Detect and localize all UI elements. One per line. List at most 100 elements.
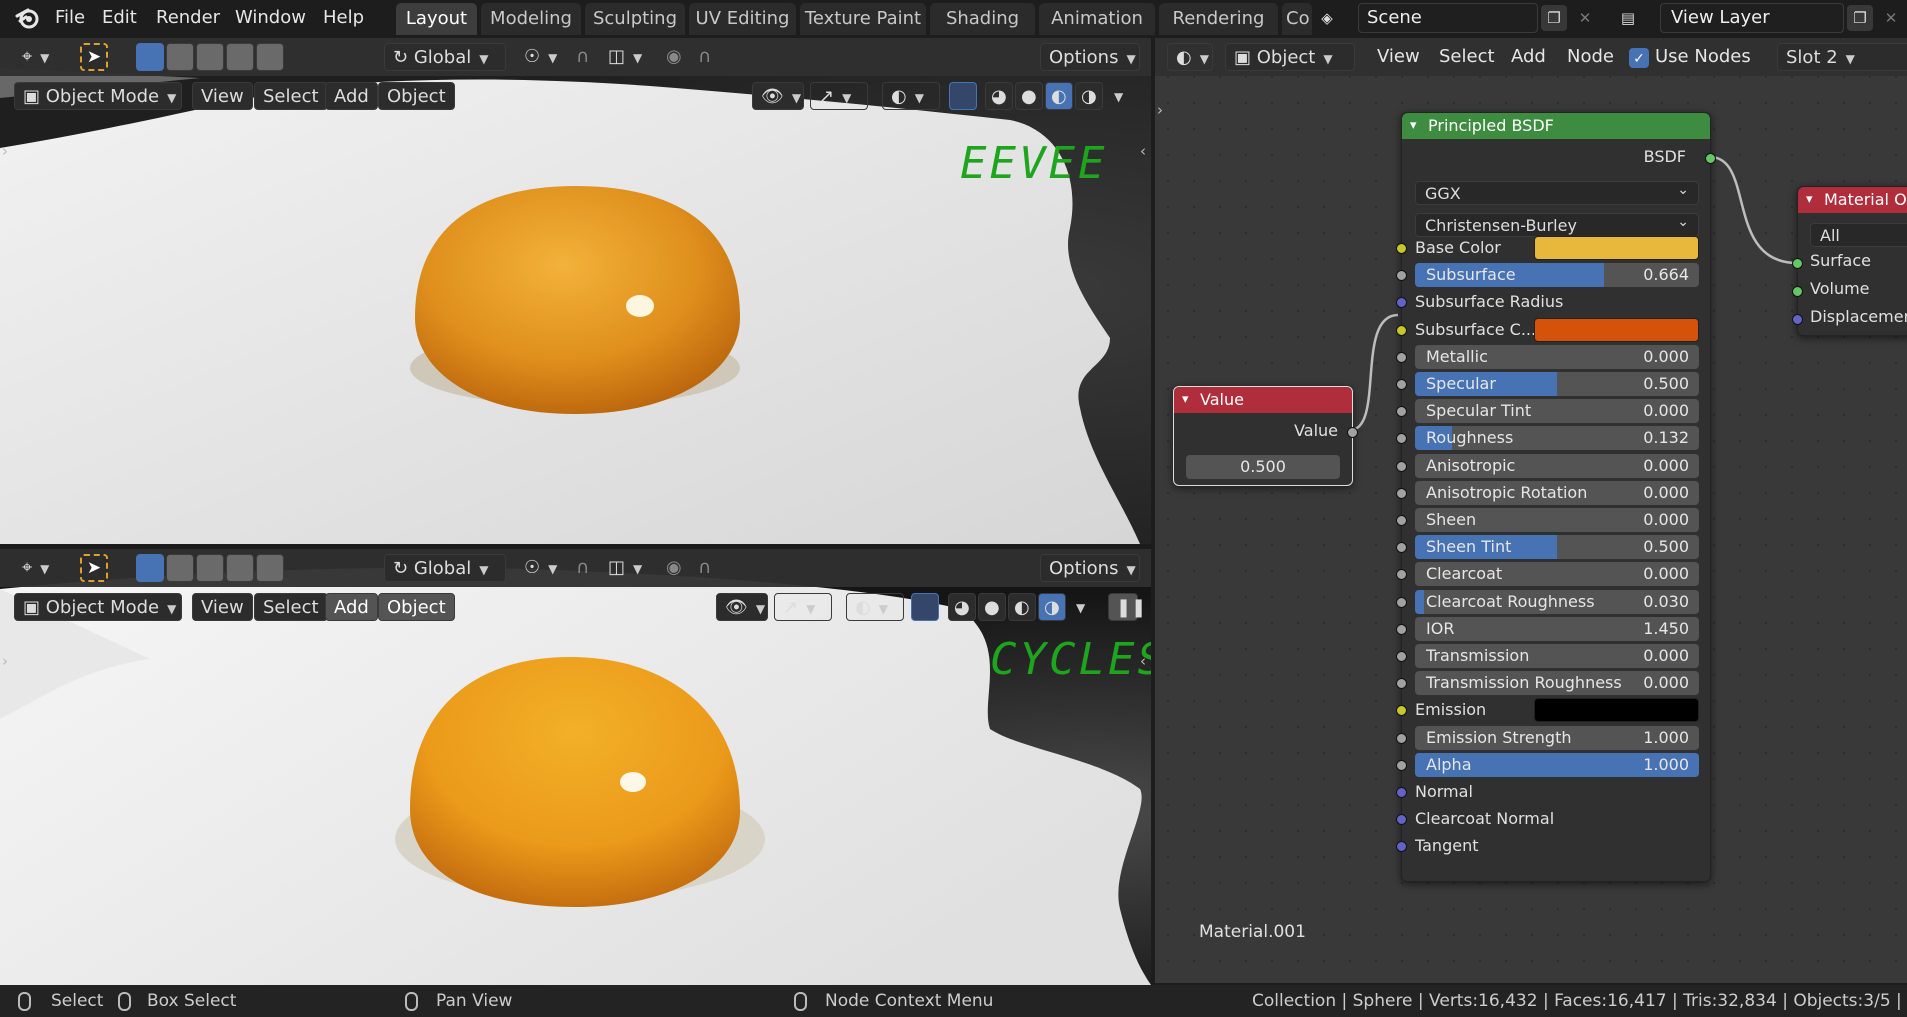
tab-uv-editing[interactable]: UV Editing [689,3,796,35]
node-title[interactable]: Value [1174,387,1352,413]
clearcoat-normal-socket[interactable] [1396,814,1407,826]
view-layer-icon[interactable]: ▤ [1615,5,1641,31]
sidebar-toggle-icon[interactable]: ‹ [1140,653,1151,669]
options-dropdown[interactable]: Options ▼ [1040,43,1140,71]
proportional-edit-icon[interactable]: ◉ [658,43,688,71]
input-field[interactable]: Transmission 0.000 [1415,644,1699,668]
scene-icon[interactable]: ◈ [1314,5,1340,31]
mode-invert-icon[interactable] [226,43,254,71]
toolbar-toggle-icon[interactable]: › [2,653,14,669]
input-field[interactable]: Clearcoat 0.000 [1415,562,1699,587]
material-preview-icon[interactable]: ◐ [1045,82,1073,110]
input-field[interactable]: Metallic 0.000 [1415,344,1699,369]
menu-add[interactable]: Add [1511,43,1546,71]
input-field[interactable]: Specular 0.500 [1415,372,1699,396]
menu-view[interactable]: View [1377,43,1420,71]
mode-invert-icon[interactable] [226,554,254,582]
toolbar-toggle-icon[interactable]: › [1157,102,1169,118]
menu-select[interactable]: Select [254,82,328,110]
mode-subtract-icon[interactable] [196,43,224,71]
input-field[interactable]: Anisotropic Rotation 0.000 [1415,480,1699,505]
snap-icon[interactable]: ∩ [568,554,598,582]
snap-target-icon[interactable]: ◫ ▼ [600,43,650,71]
tab-shading[interactable]: Shading [930,3,1035,35]
subsurface-radius-socket[interactable] [1396,297,1407,309]
shader-node-editor[interactable]: › Principled BSDF BSDF GGX Christensen-B… [1155,38,1907,983]
value-field[interactable]: 0.500 [1186,455,1340,479]
subsurface-color-swatch[interactable] [1534,317,1699,342]
viewport-eevee[interactable]: EEVEE › ‹ ⌖ ▼ ➤ ↻ Global ▼ ☉ ▼ ∩ ◫ ▼ ◉ ∩ Opt… [0,38,1151,544]
distribution-dropdown[interactable]: GGX [1415,178,1699,205]
menu-file[interactable]: File [55,4,85,32]
input-field[interactable]: Subsurface 0.664 [1415,263,1699,288]
input-socket[interactable] [1396,678,1407,690]
select-tool-icon[interactable]: ➤ [80,554,108,582]
input-socket[interactable] [1396,623,1407,635]
proportional-edit-icon[interactable]: ◉ [658,554,688,582]
transform-pivot-icon[interactable]: ⌖ ▼ [14,43,60,71]
wireframe-shading-icon[interactable]: ◕ [985,82,1013,110]
displacement-socket[interactable] [1792,314,1803,325]
select-tool-icon[interactable]: ➤ [80,43,108,71]
value-node[interactable]: Value Value 0.500 [1173,386,1358,486]
volume-socket[interactable] [1792,286,1803,297]
transform-pivot-icon[interactable]: ⌖ ▼ [14,554,60,582]
input-socket[interactable] [1396,569,1407,581]
visibility-icon[interactable]: 👁 ▼ [716,593,768,621]
material-preview-icon[interactable]: ◐ [1008,593,1036,621]
tab-sculpting[interactable]: Sculpting [585,3,685,35]
emission-socket[interactable] [1396,705,1407,717]
subsurface-method-dropdown[interactable]: Christensen-Burley [1415,210,1699,237]
input-socket[interactable] [1396,515,1407,526]
input-field[interactable]: Sheen 0.000 [1415,508,1699,532]
object-type-dropdown[interactable]: ▣ Object ▼ [1225,43,1355,71]
mode-intersect-icon[interactable] [256,554,284,582]
emission-swatch[interactable] [1534,698,1699,723]
input-socket[interactable] [1396,406,1407,418]
shading-options-icon[interactable]: ▼ [1108,82,1136,110]
menu-select[interactable]: Select [254,593,328,621]
input-field[interactable]: IOR 1.450 [1415,616,1699,641]
solid-shading-icon[interactable]: ● [1015,82,1043,110]
view-layer-field[interactable]: View Layer [1660,3,1844,33]
mode-extend-icon[interactable] [166,43,194,71]
options-dropdown[interactable]: Options ▼ [1040,554,1140,582]
input-socket[interactable] [1396,379,1407,390]
wireframe-shading-icon[interactable]: ◕ [948,593,976,621]
normal-socket[interactable] [1396,787,1407,798]
tab-compositing[interactable]: Co [1282,3,1312,35]
menu-help[interactable]: Help [323,4,364,32]
input-field[interactable]: Clearcoat Roughness 0.030 [1415,589,1699,614]
tangent-socket[interactable] [1396,841,1407,853]
falloff-icon[interactable]: ∩ [690,554,730,582]
mode-extend-icon[interactable] [166,554,194,582]
menu-select[interactable]: Select [1439,43,1495,71]
solid-shading-icon[interactable]: ● [978,593,1006,621]
input-field[interactable]: Anisotropic 0.000 [1415,453,1699,478]
bsdf-output-socket[interactable] [1705,153,1716,164]
mode-intersect-icon[interactable] [256,43,284,71]
blender-logo-icon[interactable] [14,4,42,32]
input-field[interactable]: Sheen Tint 0.500 [1415,535,1699,560]
overlay-icon[interactable]: ◐ ▼ [882,82,940,110]
scene-field[interactable]: Scene [1358,3,1538,33]
use-nodes-checkbox[interactable]: ✓ [1629,48,1649,68]
menu-object[interactable]: Object [378,593,455,621]
tab-modeling[interactable]: Modeling [481,3,581,35]
input-socket[interactable] [1396,732,1407,744]
node-title[interactable]: Principled BSDF [1402,113,1710,139]
xray-icon[interactable] [911,593,939,621]
new-view-layer-icon[interactable]: ❐ [1847,5,1873,31]
input-socket[interactable] [1396,759,1407,771]
xray-icon[interactable] [949,82,977,110]
menu-view[interactable]: View [192,82,253,110]
mode-subtract-icon[interactable] [196,554,224,582]
mode-new-icon[interactable] [136,554,164,582]
pivot-point-icon[interactable]: ☉ ▼ [516,554,562,582]
mode-new-icon[interactable] [136,43,164,71]
mode-dropdown[interactable]: ▣ Object Mode ▼ [14,593,182,621]
new-scene-icon[interactable]: ❐ [1541,5,1567,31]
gizmo-icon[interactable]: ↗ ▼ [810,82,868,110]
menu-node[interactable]: Node [1567,43,1614,71]
input-socket[interactable] [1396,433,1407,445]
